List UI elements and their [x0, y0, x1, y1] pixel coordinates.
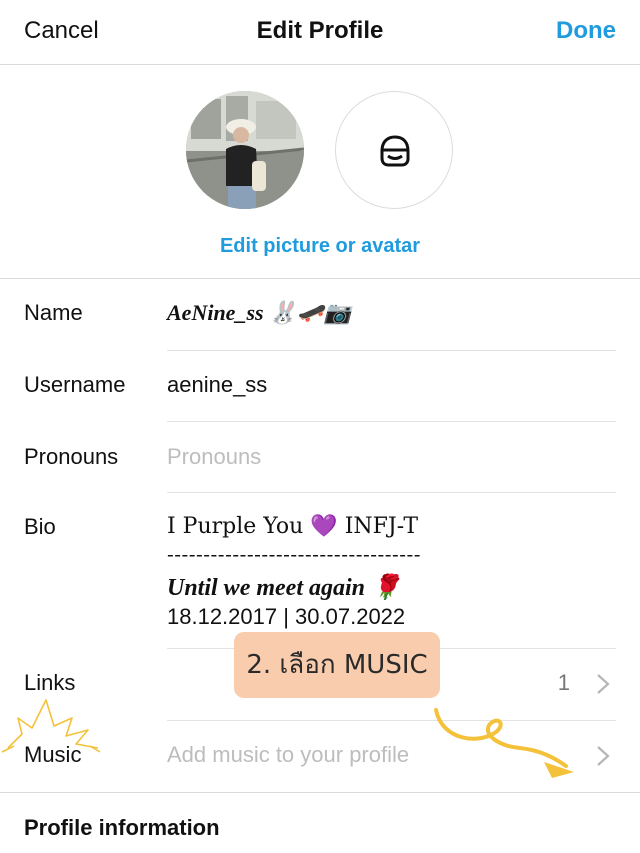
username-label: Username — [24, 372, 126, 397]
tutorial-callout: 2. เลือก MUSIC — [234, 632, 440, 698]
divider — [167, 421, 616, 422]
pronouns-label: Pronouns — [24, 444, 119, 469]
divider — [167, 350, 616, 351]
name-label: Name — [24, 300, 83, 325]
bio-line: Until we meet again 🌹 — [167, 575, 401, 601]
avatar-face-icon — [380, 135, 410, 167]
annotation-arrow-icon — [434, 708, 574, 778]
avatar-button[interactable] — [335, 91, 453, 209]
page-title: Edit Profile — [256, 17, 384, 44]
divider — [167, 492, 616, 493]
bio-line: I Purple You 💜 INFJ-T — [167, 514, 419, 539]
edit-picture-link[interactable]: Edit picture or avatar — [0, 235, 640, 258]
music-field[interactable]: Add music to your profile — [167, 742, 409, 768]
chevron-right-icon — [597, 746, 610, 766]
username-field[interactable]: aenine_ss — [167, 372, 267, 398]
pronouns-field[interactable]: Pronouns — [167, 444, 261, 470]
bio-line: 18.12.2017 | 30.07.2022 — [167, 604, 406, 629]
bio-label: Bio — [24, 514, 56, 539]
chevron-right-icon — [597, 674, 610, 694]
divider — [0, 278, 640, 279]
done-button[interactable]: Done — [556, 17, 616, 45]
name-field[interactable]: AeNine_ss 🐰🛹📷 — [167, 300, 351, 326]
links-count: 1 — [557, 670, 570, 695]
divider — [0, 792, 640, 793]
bio-line: ----------------------------------- — [167, 542, 422, 566]
profile-photo[interactable] — [186, 91, 304, 209]
top-bar: Cancel Edit Profile Done — [0, 0, 640, 65]
sparkle-icon — [1, 699, 101, 753]
section-heading: Profile information — [24, 815, 220, 840]
